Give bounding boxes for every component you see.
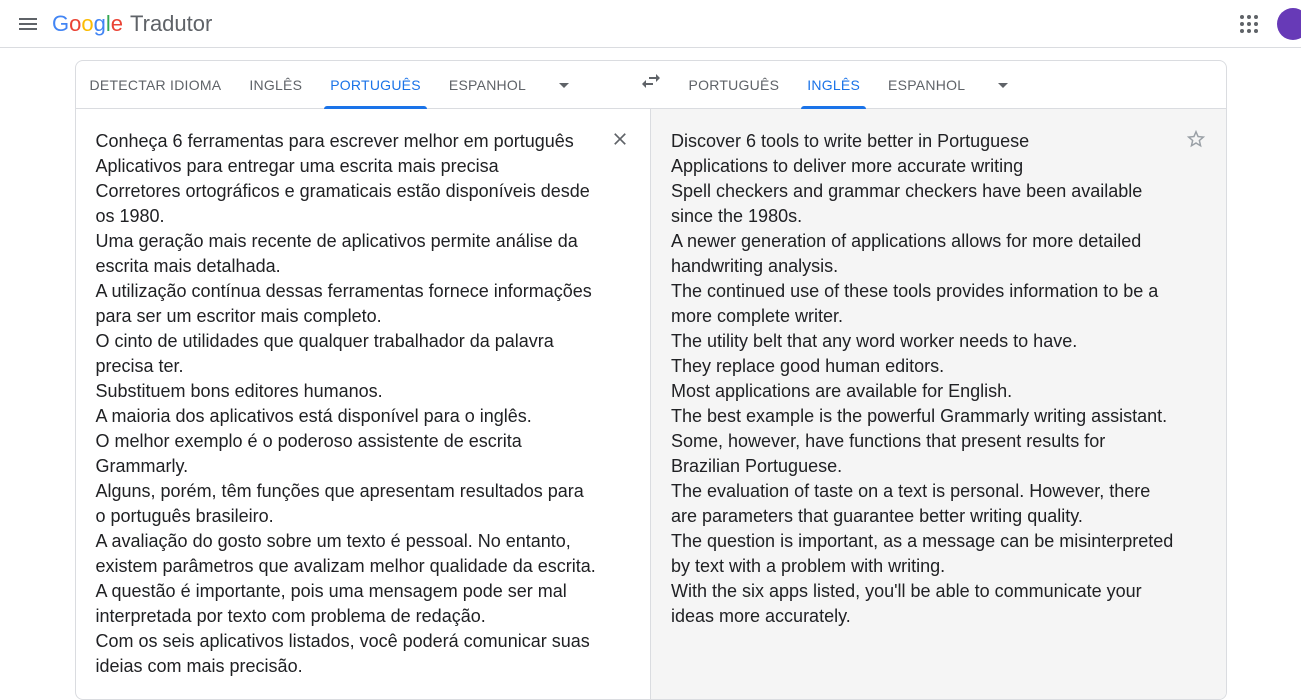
svg-text:Google: Google [52,12,123,36]
star-outline-icon [1185,128,1207,150]
target-language-dropdown[interactable] [983,65,1023,105]
apps-grid-icon [1239,14,1259,34]
close-icon [610,129,630,149]
target-tab-spanish[interactable]: Espanhol [874,61,979,109]
source-tab-detect[interactable]: Detectar idioma [76,61,236,109]
source-tab-spanish[interactable]: Espanhol [435,61,540,109]
google-apps-button[interactable] [1229,4,1269,44]
language-bar: Detectar idioma Inglês Português Espanho… [76,61,1226,109]
save-translation-button[interactable] [1180,123,1212,155]
target-tab-portuguese[interactable]: Português [675,61,794,109]
translation-panes: Conheça 6 ferramentas para escrever melh… [76,109,1226,699]
chevron-down-icon [552,73,576,97]
app-header: Google Tradutor [0,0,1301,48]
chevron-down-icon [991,73,1015,97]
header-right [1229,4,1293,44]
target-pane: Discover 6 tools to write better in Port… [651,109,1226,699]
target-tab-english[interactable]: Inglês [793,61,874,109]
source-languages: Detectar idioma Inglês Português Espanho… [76,61,627,108]
account-avatar[interactable] [1277,8,1301,40]
target-text: Discover 6 tools to write better in Port… [671,129,1174,629]
source-pane: Conheça 6 ferramentas para escrever melh… [76,109,652,699]
product-name: Tradutor [130,11,212,37]
target-languages: Português Inglês Espanhol [675,61,1226,108]
source-text[interactable]: Conheça 6 ferramentas para escrever melh… [96,129,599,679]
main-menu-button[interactable] [8,4,48,44]
google-logo-icon: Google [52,12,126,36]
source-tab-portuguese[interactable]: Português [316,61,435,109]
clear-source-button[interactable] [604,123,636,155]
source-tab-english[interactable]: Inglês [235,61,316,109]
translate-card: Detectar idioma Inglês Português Espanho… [75,60,1227,700]
swap-horiz-icon [639,69,663,93]
swap-languages-button[interactable] [631,61,671,101]
header-left: Google Tradutor [8,4,212,44]
hamburger-icon [16,12,40,36]
google-translate-logo[interactable]: Google Tradutor [52,11,212,37]
source-language-dropdown[interactable] [544,65,584,105]
